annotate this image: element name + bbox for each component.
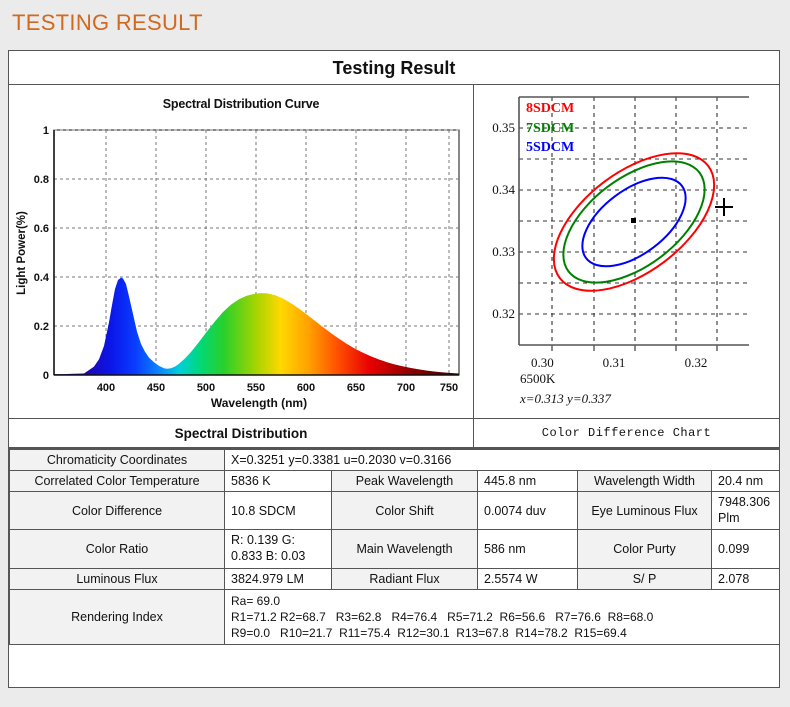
row-label-s-p-ratio: S/ P [577, 567, 712, 590]
cie-chart-plot: 8SDCM 7SDCM 5SDCM 0.35 0.34 0.33 0.32 0.… [474, 85, 779, 418]
report-title: Testing Result [9, 51, 779, 85]
row-value-color-purty: 0.099 [710, 529, 781, 569]
spectral-xtick-0: 400 [97, 382, 115, 394]
row-label-correlated-color-temperature: Correlated Color Temperature [9, 470, 225, 492]
row-label-rendering-index: Rendering Index [9, 588, 225, 646]
spectral-y-tick-labels: 0 0.2 0.4 0.6 0.8 1 [34, 125, 50, 382]
spectral-xtick-5: 650 [347, 382, 365, 394]
row-value-radiant-flux: 2.5574 W [477, 567, 578, 590]
row-value-color-difference: 10.8 SDCM [224, 490, 332, 531]
spectral-y-axis-label: Light Power(%) [16, 211, 28, 295]
cie-xtick-0: 0.30 [531, 355, 554, 370]
spectral-svg: 0 0.2 0.4 0.6 0.8 1 400 450 500 550 600 … [16, 125, 460, 410]
cie-xtick-2: 0.32 [685, 355, 708, 370]
rendering-index-ra: Ra= 69.0 [231, 593, 281, 608]
cie-xtick-1: 0.31 [603, 355, 626, 370]
table-row-color-difference: Color Difference 10.8 SDCM Color Shift 0… [9, 490, 781, 531]
table-row-rendering-index: Rendering Index Ra= 69.0 R1=71.2 R2=68.7… [9, 588, 781, 646]
table-row-color-ratio: Color Ratio R: 0.139 G: 0.833 B: 0.03 Ma… [9, 529, 781, 569]
row-label-peak-wavelength: Peak Wavelength [331, 470, 478, 492]
rendering-index-r1-r8: R1=71.2 R2=68.7 R3=62.8 R4=76.4 R5=71.2 … [231, 609, 654, 624]
row-label-wavelength-width: Wavelength Width [577, 470, 712, 492]
row-value-s-p-ratio: 2.078 [710, 567, 781, 590]
sdcm-legend-8: 8SDCM [526, 101, 574, 116]
spectral-xtick-6: 700 [397, 382, 415, 394]
table-row-luminous-flux: Luminous Flux 3824.979 LM Radiant Flux 2… [9, 567, 781, 590]
color-difference-chart: 8SDCM 7SDCM 5SDCM 0.35 0.34 0.33 0.32 0.… [474, 85, 779, 418]
row-value-color-shift: 0.0074 duv [477, 490, 578, 531]
cie-y-tick-labels: 0.35 0.34 0.33 0.32 [492, 120, 515, 321]
spectral-x-axis-label: Wavelength (nm) [211, 396, 307, 410]
row-label-eye-luminous-flux: Eye Luminous Flux [577, 490, 712, 531]
row-label-luminous-flux: Luminous Flux [9, 567, 225, 590]
cie-ytick-2: 0.34 [492, 182, 515, 197]
spectral-ytick-4: 0.8 [34, 174, 49, 186]
spectral-x-tick-labels: 400 450 500 550 600 650 700 750 [97, 382, 458, 394]
spectral-ytick-1: 0.2 [34, 321, 49, 333]
cie-xy-annotation: x=0.313 y=0.337 [519, 391, 611, 406]
section-header-color-difference: Color Difference Chart [541, 426, 712, 440]
row-label-color-difference: Color Difference [9, 490, 225, 531]
spectral-ytick-5: 1 [43, 125, 49, 137]
table-row-cct: Correlated Color Temperature 5836 K Peak… [9, 470, 781, 492]
spectral-ytick-3: 0.6 [34, 223, 49, 235]
row-value-luminous-flux: 3824.979 LM [224, 567, 332, 590]
sdcm-legend-7: 7SDCM [526, 121, 574, 136]
measured-point-marker [631, 218, 636, 223]
cie-ytick-0: 0.32 [492, 306, 515, 321]
row-value-chromaticity-coordinates: X=0.3251 y=0.3381 u=0.2030 v=0.3166 [223, 449, 781, 471]
cie-ytick-1: 0.33 [492, 244, 515, 259]
row-value-eye-luminous-flux: 7948.306 Plm [710, 490, 781, 531]
section-header-spectral-distribution: Spectral Distribution [9, 419, 474, 447]
row-value-peak-wavelength: 445.8 nm [477, 470, 578, 492]
charts-band: Spectral Distribution Curve 0 0.2 0.4 0.… [9, 85, 779, 419]
spectral-distribution-chart: Spectral Distribution Curve 0 0.2 0.4 0.… [9, 85, 474, 418]
spectral-chart-plot: 0 0.2 0.4 0.6 0.8 1 400 450 500 550 600 … [9, 85, 473, 418]
row-value-rendering-index: Ra= 69.0 R1=71.2 R2=68.7 R3=62.8 R4=76.4… [223, 588, 781, 646]
row-value-correlated-color-temperature: 5836 K [224, 470, 332, 492]
sdcm-legend-5: 5SDCM [526, 140, 574, 155]
spectral-ytick-0: 0 [43, 370, 49, 382]
spectral-xtick-1: 450 [147, 382, 165, 394]
row-label-color-shift: Color Shift [331, 490, 478, 531]
row-label-radiant-flux: Radiant Flux [331, 567, 478, 590]
page-title: TESTING RESULT [12, 10, 203, 35]
spectral-xtick-3: 550 [247, 382, 265, 394]
row-value-main-wavelength: 586 nm [477, 529, 578, 569]
cie-cct-annotation: 6500K [520, 371, 556, 386]
row-label-color-purty: Color Purty [577, 529, 712, 569]
cie-x-ticks [551, 345, 718, 351]
cie-svg: 8SDCM 7SDCM 5SDCM 0.35 0.34 0.33 0.32 0.… [492, 96, 749, 406]
row-label-color-ratio: Color Ratio [9, 529, 225, 569]
cie-ytick-3: 0.35 [492, 120, 515, 135]
table-row-chromaticity: Chromaticity Coordinates X=0.3251 y=0.33… [9, 449, 781, 471]
cie-x-tick-labels: 0.30 0.31 0.32 [531, 355, 707, 370]
spectral-ytick-2: 0.4 [34, 272, 50, 284]
row-value-wavelength-width: 20.4 nm [710, 470, 781, 492]
row-label-main-wavelength: Main Wavelength [331, 529, 478, 569]
measurements-table: Chromaticity Coordinates X=0.3251 y=0.33… [9, 449, 781, 646]
spectral-xtick-4: 600 [297, 382, 315, 394]
spectral-xtick-7: 750 [440, 382, 458, 394]
spectral-xtick-2: 500 [197, 382, 215, 394]
row-label-chromaticity-coordinates: Chromaticity Coordinates [9, 449, 225, 471]
rendering-index-r9-r15: R9=0.0 R10=21.7 R11=75.4 R12=30.1 R13=67… [231, 625, 627, 640]
report-card: Testing Result Spectral Distribution Cur… [8, 50, 781, 688]
section-header-row: Spectral Distribution Color Difference C… [9, 419, 779, 449]
row-value-color-ratio: R: 0.139 G: 0.833 B: 0.03 [224, 529, 332, 569]
testing-result-page: TESTING RESULT Testing Result Spectral D… [0, 0, 790, 707]
